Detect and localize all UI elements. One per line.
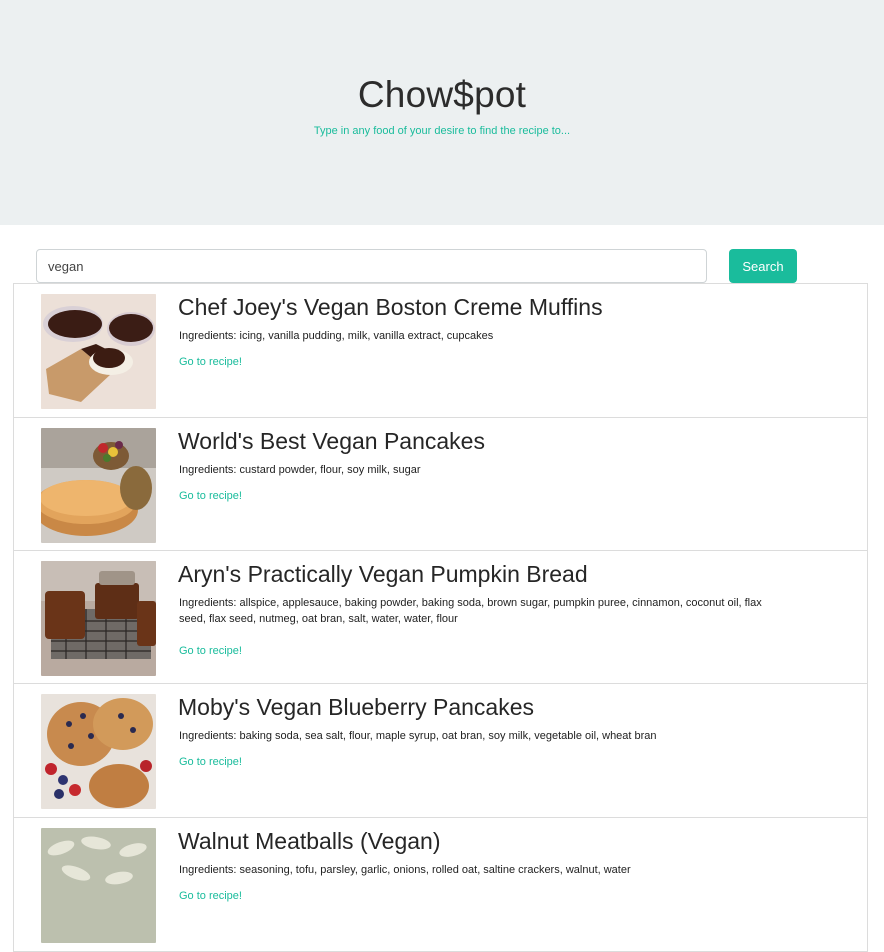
muffins-photo-icon[interactable] bbox=[41, 294, 156, 409]
recipe-title: Aryn's Practically Vegan Pumpkin Bread bbox=[178, 561, 588, 587]
recipe-card: Aryn's Practically Vegan Pumpkin Bread I… bbox=[13, 551, 868, 684]
search-input[interactable] bbox=[36, 249, 707, 283]
results-list: Chef Joey's Vegan Boston Creme Muffins I… bbox=[13, 283, 868, 952]
recipe-card: Chef Joey's Vegan Boston Creme Muffins I… bbox=[13, 284, 868, 418]
go-to-recipe-link[interactable]: Go to recipe! bbox=[179, 356, 242, 368]
go-to-recipe-link[interactable]: Go to recipe! bbox=[179, 756, 242, 768]
recipe-title: Walnut Meatballs (Vegan) bbox=[178, 828, 441, 854]
page-subtitle: Type in any food of your desire to find … bbox=[313, 125, 571, 137]
recipe-card: World's Best Vegan Pancakes Ingredients:… bbox=[13, 418, 868, 551]
recipe-ingredients: Ingredients: icing, vanilla pudding, mil… bbox=[179, 330, 494, 342]
hero-banner: Chow$pot Type in any food of your desire… bbox=[0, 0, 884, 225]
recipe-ingredients: Ingredients: allspice, applesauce, bakin… bbox=[179, 597, 762, 625]
recipe-ingredients: Ingredients: seasoning, tofu, parsley, g… bbox=[179, 864, 631, 876]
recipe-title: Moby's Vegan Blueberry Pancakes bbox=[178, 694, 534, 720]
pumpkin-bread-photo-icon[interactable] bbox=[41, 561, 156, 676]
recipe-ingredients: Ingredients: custard powder, flour, soy … bbox=[179, 464, 421, 476]
recipe-card: Walnut Meatballs (Vegan) Ingredients: se… bbox=[13, 818, 868, 952]
go-to-recipe-link[interactable]: Go to recipe! bbox=[179, 890, 242, 902]
page-title: Chow$pot bbox=[357, 74, 527, 115]
pancakes-photo-icon[interactable] bbox=[41, 428, 156, 543]
go-to-recipe-link[interactable]: Go to recipe! bbox=[179, 490, 242, 502]
go-to-recipe-link[interactable]: Go to recipe! bbox=[179, 645, 242, 657]
meatballs-photo-icon[interactable] bbox=[41, 828, 156, 943]
recipe-title: Chef Joey's Vegan Boston Creme Muffins bbox=[178, 294, 603, 320]
recipe-card: Moby's Vegan Blueberry Pancakes Ingredie… bbox=[13, 684, 868, 818]
recipe-title: World's Best Vegan Pancakes bbox=[178, 428, 485, 454]
search-button[interactable]: Search bbox=[729, 249, 797, 283]
recipe-ingredients: Ingredients: baking soda, sea salt, flou… bbox=[179, 730, 657, 742]
blueberry-pancakes-photo-icon[interactable] bbox=[41, 694, 156, 809]
